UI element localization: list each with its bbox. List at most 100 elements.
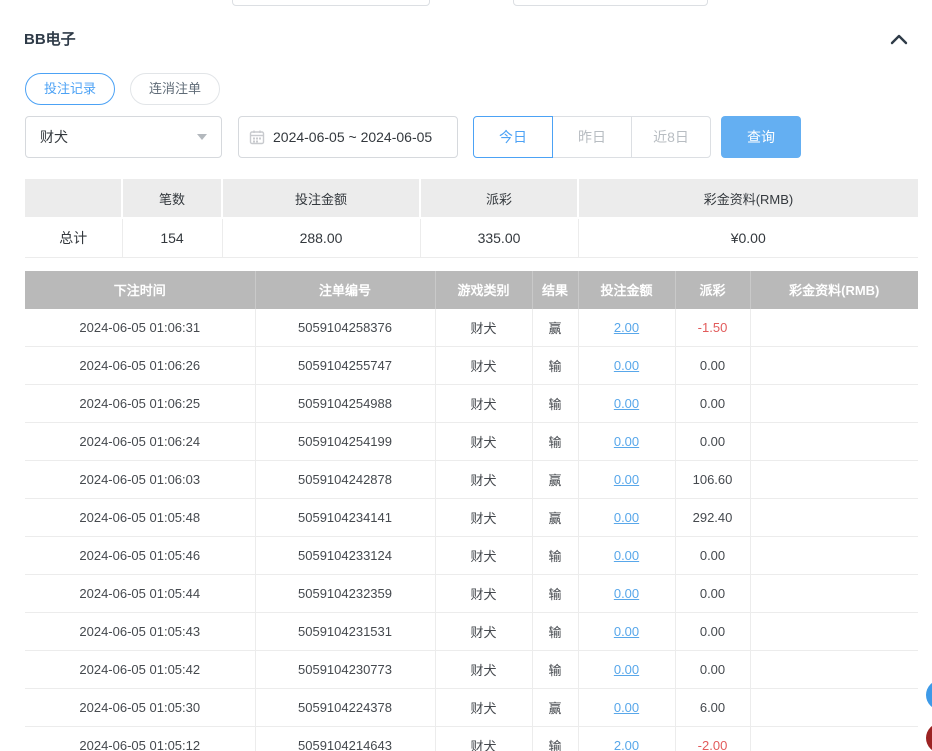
bet-amount-link[interactable]: 2.00 bbox=[614, 320, 639, 335]
records-header-bonus: 彩金资料(RMB) bbox=[750, 271, 918, 309]
cell-bet-amount: 0.00 bbox=[578, 537, 675, 575]
cell-result: 输 bbox=[532, 385, 578, 423]
cell-payout: 0.00 bbox=[675, 347, 750, 385]
cell-bonus bbox=[750, 727, 918, 751]
cell-bet-amount: 0.00 bbox=[578, 385, 675, 423]
summary-header-count: 笔数 bbox=[122, 179, 222, 218]
cell-game-type: 财犬 bbox=[435, 727, 532, 751]
quick-range-yesterday-button[interactable]: 昨日 bbox=[552, 116, 632, 158]
bet-amount-link[interactable]: 0.00 bbox=[614, 472, 639, 487]
summary-header-empty bbox=[25, 179, 122, 218]
cell-bet-time: 2024-06-05 01:06:26 bbox=[25, 347, 255, 385]
quick-range-group: 今日 昨日 近8日 bbox=[473, 116, 711, 158]
cell-game-type: 财犬 bbox=[435, 537, 532, 575]
floating-service-button-red[interactable] bbox=[926, 723, 932, 751]
cell-bet-amount: 0.00 bbox=[578, 347, 675, 385]
summary-header-row: 笔数 投注金额 派彩 彩金资料(RMB) bbox=[25, 179, 918, 218]
cell-bonus bbox=[750, 385, 918, 423]
quick-range-today-button[interactable]: 今日 bbox=[473, 116, 553, 158]
calendar-icon bbox=[249, 129, 265, 145]
cell-game-type: 财犬 bbox=[435, 651, 532, 689]
cell-payout: 0.00 bbox=[675, 651, 750, 689]
tab-bet-records[interactable]: 投注记录 bbox=[25, 73, 115, 105]
cell-order-number: 5059104254199 bbox=[255, 423, 435, 461]
cell-payout: 0.00 bbox=[675, 613, 750, 651]
cell-order-number: 5059104255747 bbox=[255, 347, 435, 385]
bet-amount-link[interactable]: 0.00 bbox=[614, 434, 639, 449]
cell-bet-amount: 0.00 bbox=[578, 651, 675, 689]
cell-bet-amount: 0.00 bbox=[578, 613, 675, 651]
collapse-chevron-up-icon[interactable] bbox=[890, 33, 908, 45]
floating-service-button-blue[interactable] bbox=[926, 680, 932, 710]
records-header-order-number: 注单编号 bbox=[255, 271, 435, 309]
cell-bet-time: 2024-06-05 01:06:31 bbox=[25, 309, 255, 347]
top-partial-input-2[interactable] bbox=[513, 0, 708, 6]
cell-result: 输 bbox=[532, 651, 578, 689]
cell-payout: 106.60 bbox=[675, 461, 750, 499]
cell-bet-amount: 0.00 bbox=[578, 461, 675, 499]
date-range-input[interactable]: 2024-06-05 ~ 2024-06-05 bbox=[238, 116, 458, 158]
bet-amount-link[interactable]: 0.00 bbox=[614, 662, 639, 677]
quick-range-8days-button[interactable]: 近8日 bbox=[631, 116, 711, 158]
cell-result: 输 bbox=[532, 575, 578, 613]
search-button[interactable]: 查询 bbox=[721, 116, 801, 158]
game-select[interactable]: 财犬 bbox=[25, 116, 222, 158]
summary-total-count: 154 bbox=[122, 218, 222, 257]
cell-bonus bbox=[750, 347, 918, 385]
bet-amount-link[interactable]: 0.00 bbox=[614, 358, 639, 373]
cell-bonus bbox=[750, 461, 918, 499]
summary-total-label: 总计 bbox=[25, 218, 122, 257]
records-header-bet-time: 下注时间 bbox=[25, 271, 255, 309]
summary-header-bet-amount: 投注金额 bbox=[222, 179, 420, 218]
cell-bonus bbox=[750, 309, 918, 347]
cell-game-type: 财犬 bbox=[435, 499, 532, 537]
cell-bonus bbox=[750, 575, 918, 613]
cell-bet-time: 2024-06-05 01:05:44 bbox=[25, 575, 255, 613]
top-partial-input-1[interactable] bbox=[232, 0, 430, 6]
bet-amount-link[interactable]: 0.00 bbox=[614, 624, 639, 639]
panel-header: BB电子 bbox=[0, 0, 932, 49]
filter-row: 财犬 2024-06-05 ~ 2024-06-05 今日 昨日 近8日 查询 bbox=[0, 105, 932, 158]
bet-amount-link[interactable]: 0.00 bbox=[614, 548, 639, 563]
cell-payout: 0.00 bbox=[675, 575, 750, 613]
cell-result: 赢 bbox=[532, 689, 578, 727]
bet-amount-link[interactable]: 0.00 bbox=[614, 396, 639, 411]
chevron-down-icon bbox=[197, 134, 207, 140]
cell-game-type: 财犬 bbox=[435, 613, 532, 651]
cell-bonus bbox=[750, 499, 918, 537]
bet-amount-link[interactable]: 0.00 bbox=[614, 586, 639, 601]
table-row: 2024-06-05 01:05:30 5059104224378 财犬 赢 0… bbox=[25, 689, 918, 727]
table-row: 2024-06-05 01:06:24 5059104254199 财犬 输 0… bbox=[25, 423, 918, 461]
cell-payout: -1.50 bbox=[675, 309, 750, 347]
table-row: 2024-06-05 01:05:42 5059104230773 财犬 输 0… bbox=[25, 651, 918, 689]
cell-order-number: 5059104214643 bbox=[255, 727, 435, 751]
summary-total-row: 总计 154 288.00 335.00 ¥0.00 bbox=[25, 218, 918, 257]
game-select-value: 财犬 bbox=[40, 127, 68, 147]
cell-result: 输 bbox=[532, 613, 578, 651]
cell-bet-time: 2024-06-05 01:05:30 bbox=[25, 689, 255, 727]
summary-total-bonus: ¥0.00 bbox=[578, 218, 918, 257]
tab-cancelled-orders[interactable]: 连消注单 bbox=[130, 73, 220, 105]
cell-game-type: 财犬 bbox=[435, 575, 532, 613]
tab-bar: 投注记录 连消注单 bbox=[0, 49, 932, 105]
table-row: 2024-06-05 01:05:46 5059104233124 财犬 输 0… bbox=[25, 537, 918, 575]
bet-amount-link[interactable]: 2.00 bbox=[614, 738, 639, 751]
records-header-result: 结果 bbox=[532, 271, 578, 309]
bet-amount-link[interactable]: 0.00 bbox=[614, 700, 639, 715]
cell-bet-time: 2024-06-05 01:05:42 bbox=[25, 651, 255, 689]
bet-amount-link[interactable]: 0.00 bbox=[614, 510, 639, 525]
cell-bonus bbox=[750, 689, 918, 727]
cell-payout: 6.00 bbox=[675, 689, 750, 727]
cell-order-number: 5059104230773 bbox=[255, 651, 435, 689]
cell-result: 赢 bbox=[532, 309, 578, 347]
cell-order-number: 5059104232359 bbox=[255, 575, 435, 613]
cell-bet-time: 2024-06-05 01:05:48 bbox=[25, 499, 255, 537]
cell-order-number: 5059104231531 bbox=[255, 613, 435, 651]
cell-game-type: 财犬 bbox=[435, 309, 532, 347]
cell-bet-amount: 0.00 bbox=[578, 575, 675, 613]
records-header-row: 下注时间 注单编号 游戏类别 结果 投注金额 派彩 彩金资料(RMB) bbox=[25, 271, 918, 309]
cell-payout: 0.00 bbox=[675, 423, 750, 461]
cell-payout: 0.00 bbox=[675, 385, 750, 423]
cell-game-type: 财犬 bbox=[435, 689, 532, 727]
cell-game-type: 财犬 bbox=[435, 347, 532, 385]
